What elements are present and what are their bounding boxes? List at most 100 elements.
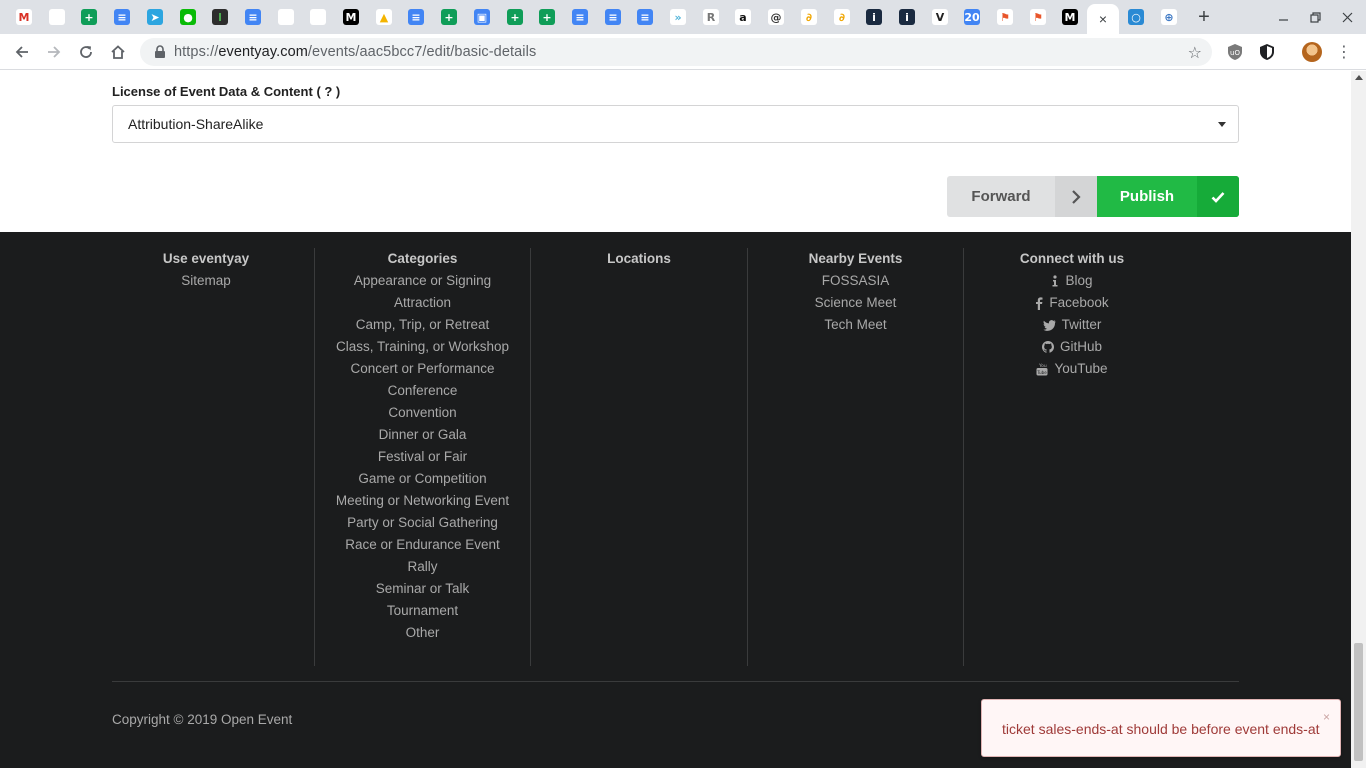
home-button[interactable] xyxy=(105,39,131,65)
github-icon xyxy=(278,9,294,25)
browser-tab[interactable]: + xyxy=(531,4,563,30)
browser-tab[interactable]: ≡ xyxy=(629,4,661,30)
forward-nav-button[interactable] xyxy=(41,39,67,65)
browser-tab[interactable] xyxy=(41,4,73,30)
browser-tab[interactable]: ≡ xyxy=(237,4,269,30)
footer-link[interactable]: Race or Endurance Event xyxy=(315,534,530,556)
browser-tab[interactable]: ▲ xyxy=(368,4,400,30)
minimize-window-button[interactable] xyxy=(1268,6,1298,28)
browser-tab[interactable]: + xyxy=(433,4,465,30)
footer-link[interactable]: Conference xyxy=(315,380,530,402)
footer-social-link-facebook[interactable]: Facebook xyxy=(964,292,1180,314)
browser-menu-button[interactable]: ⋮ xyxy=(1336,42,1352,62)
browser-tab[interactable]: » xyxy=(662,4,694,30)
publish-button[interactable]: Publish xyxy=(1097,176,1239,217)
browser-tab[interactable] xyxy=(302,4,334,30)
footer-link[interactable]: Tech Meet xyxy=(748,314,963,336)
footer-col-use: Use eventyay Sitemap xyxy=(112,248,300,292)
scrollbar-thumb[interactable] xyxy=(1354,643,1363,761)
browser-tab[interactable]: ≡ xyxy=(106,4,138,30)
browser-tab[interactable]: M xyxy=(1054,4,1086,30)
footer-link[interactable]: Convention xyxy=(315,402,530,424)
copyright-text: Copyright © 2019 Open Event xyxy=(112,712,293,727)
footer-link[interactable]: Seminar or Talk xyxy=(315,578,530,600)
footer-link[interactable]: Dinner or Gala xyxy=(315,424,530,446)
browser-tab[interactable]: a xyxy=(727,4,759,30)
browser-tab[interactable]: i xyxy=(858,4,890,30)
footer-link[interactable]: Class, Training, or Workshop xyxy=(315,336,530,358)
footer-link[interactable]: Party or Social Gathering xyxy=(315,512,530,534)
footer-link[interactable]: Festival or Fair xyxy=(315,446,530,468)
license-select[interactable]: Attribution-ShareAlike xyxy=(112,105,1239,143)
profile-avatar[interactable] xyxy=(1302,42,1322,62)
browser-tab[interactable]: + xyxy=(73,4,105,30)
scroll-up-arrow-icon[interactable] xyxy=(1355,75,1363,80)
new-tab-button[interactable]: + xyxy=(1192,5,1216,29)
footer-link[interactable]: Meeting or Networking Event xyxy=(315,490,530,512)
footer-link[interactable]: Tournament xyxy=(315,600,530,622)
privacy-badger-shield-icon[interactable] xyxy=(1258,43,1276,61)
browser-tab[interactable]: i xyxy=(891,4,923,30)
arrow-left-icon xyxy=(15,46,28,58)
gmail-icon: M xyxy=(16,9,32,25)
address-bar[interactable]: https://eventyay.com/events/aac5bcc7/edi… xyxy=(140,38,1212,66)
footer-social-link-github[interactable]: GitHub xyxy=(964,336,1180,358)
footer-link[interactable]: Camp, Trip, or Retreat xyxy=(315,314,530,336)
toast-close-icon[interactable]: × xyxy=(1323,710,1330,724)
back-button[interactable] xyxy=(9,39,35,65)
forward-button[interactable]: Forward xyxy=(947,176,1097,217)
browser-tab[interactable]: + xyxy=(499,4,531,30)
license-help-link[interactable]: ( ? ) xyxy=(316,84,340,99)
footer-heading: Categories xyxy=(387,251,458,266)
footer-link[interactable]: Sitemap xyxy=(112,270,300,292)
footer-link[interactable]: FOSSASIA xyxy=(748,270,963,292)
footer-link[interactable]: Rally xyxy=(315,556,530,578)
browser-tab[interactable]: ○ xyxy=(1120,4,1152,30)
flag-icon: ⚑ xyxy=(997,9,1013,25)
browser-tab[interactable]: V xyxy=(924,4,956,30)
browser-tab[interactable]: ⚑ xyxy=(1022,4,1054,30)
footer-link[interactable]: Science Meet xyxy=(748,292,963,314)
browser-tab[interactable]: ➤ xyxy=(139,4,171,30)
browser-tab[interactable]: M xyxy=(8,4,40,30)
browser-tab[interactable]: ≡ xyxy=(564,4,596,30)
footer-social-link-youtube[interactable]: Tube You YouTube xyxy=(964,358,1180,380)
footer-social-link-blog[interactable]: Blog xyxy=(964,270,1180,292)
browser-tab[interactable]: 20 xyxy=(956,4,988,30)
svg-text:Tube: Tube xyxy=(1037,369,1048,374)
footer-link[interactable]: Attraction xyxy=(315,292,530,314)
browser-tab[interactable]: ∂ xyxy=(826,4,858,30)
ublock-extension-icon[interactable]: uO xyxy=(1226,43,1244,61)
browser-tab[interactable]: ∂ xyxy=(793,4,825,30)
footer-link[interactable]: Appearance or Signing xyxy=(315,270,530,292)
github-icon xyxy=(310,9,326,25)
footer-link[interactable]: Other xyxy=(315,622,530,644)
close-window-button[interactable] xyxy=(1332,6,1362,28)
browser-tab[interactable]: ≡ xyxy=(597,4,629,30)
bookmark-star-icon[interactable]: ☆ xyxy=(1188,43,1202,63)
browser-tab[interactable]: M xyxy=(335,4,367,30)
reload-button[interactable] xyxy=(73,39,99,65)
browser-tab[interactable] xyxy=(270,4,302,30)
active-tab-close-icon[interactable]: × xyxy=(1099,11,1107,27)
browser-tab[interactable]: l xyxy=(204,4,236,30)
footer-social-label: Facebook xyxy=(1049,295,1109,310)
footer-social-link-twitter[interactable]: Twitter xyxy=(964,314,1180,336)
page-scrollbar[interactable] xyxy=(1351,71,1366,768)
browser-tab[interactable]: R xyxy=(695,4,727,30)
browser-tab[interactable]: ≡ xyxy=(400,4,432,30)
globe-icon: ⊕ xyxy=(1161,9,1177,25)
footer-link[interactable]: Concert or Performance xyxy=(315,358,530,380)
browser-tab-active[interactable]: × xyxy=(1087,4,1119,34)
browser-tab[interactable]: ▣ xyxy=(466,4,498,30)
medium-icon: M xyxy=(343,9,359,25)
browser-tab[interactable]: ⚑ xyxy=(989,4,1021,30)
close-icon xyxy=(1342,12,1352,22)
browser-tab-strip: + M + ≡ ➤ ● l ≡ M ▲ ≡ + ▣ + + ≡ ≡ ≡ » Ra @ ∂ ∂ i i V 20 ⚑ ⚑ M × ○ ⊕ xyxy=(0,0,1366,34)
footer-link[interactable]: Game or Competition xyxy=(315,468,530,490)
browser-tab[interactable]: ● xyxy=(172,4,204,30)
swirl-icon: ∂ xyxy=(801,9,817,25)
restore-window-button[interactable] xyxy=(1300,6,1330,28)
browser-tab[interactable]: @ xyxy=(760,4,792,30)
browser-tab[interactable]: ⊕ xyxy=(1153,4,1185,30)
